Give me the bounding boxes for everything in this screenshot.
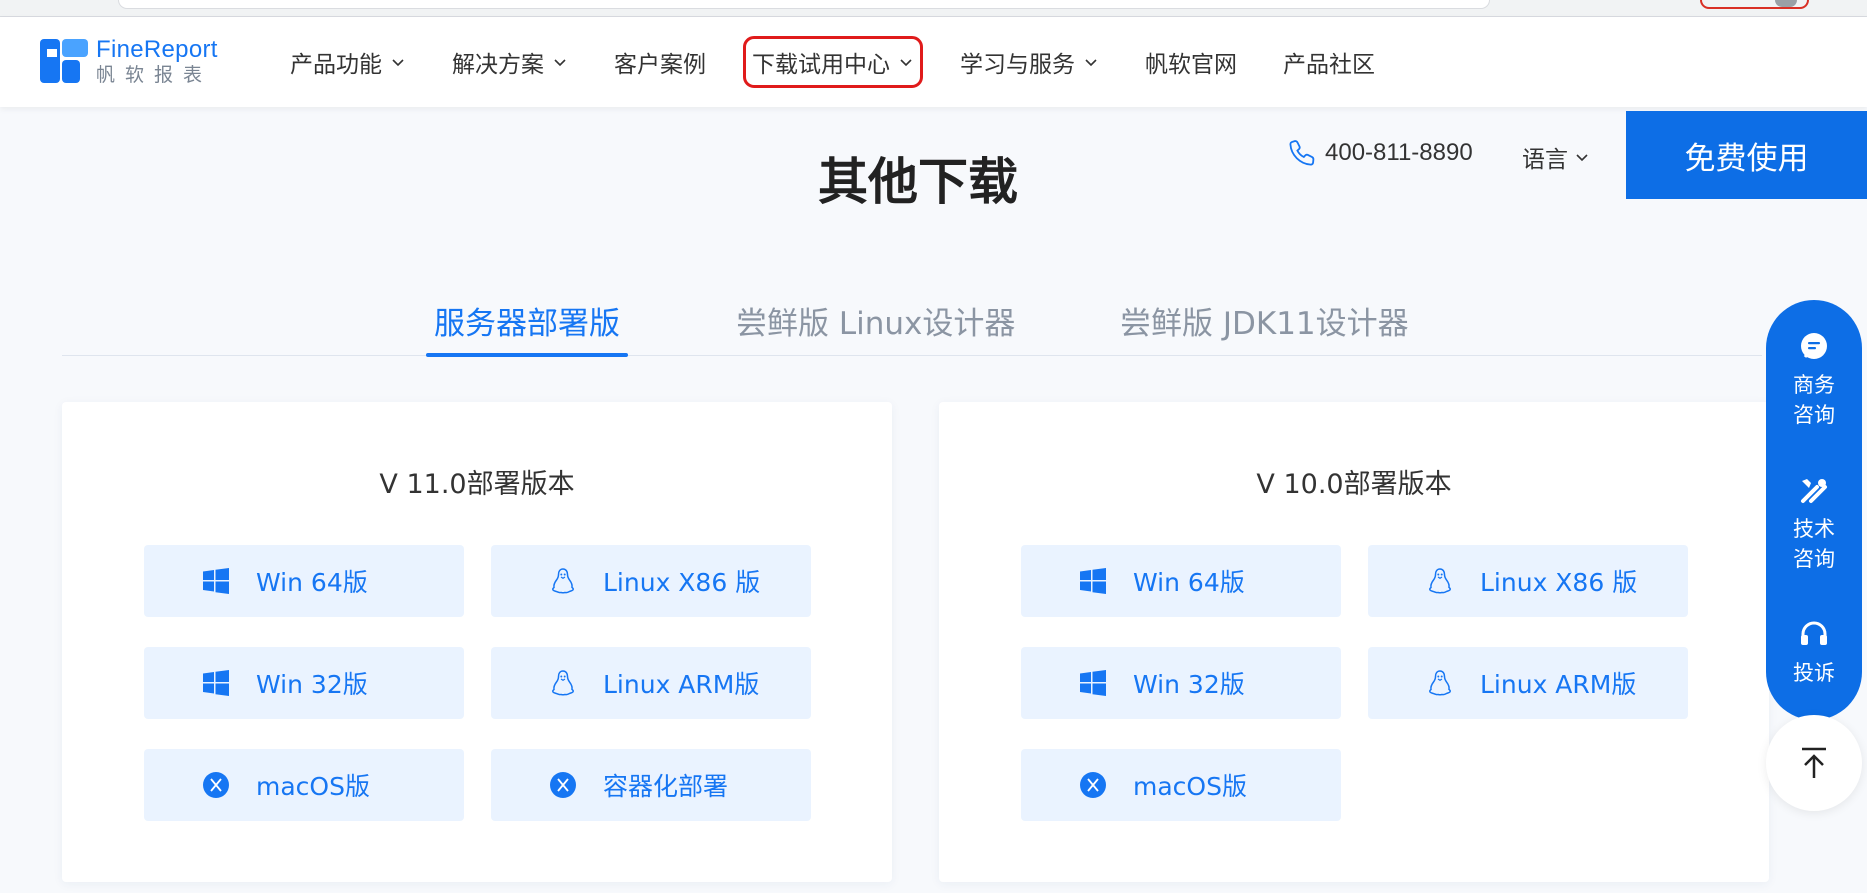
- nav-label: 产品社区: [1283, 52, 1375, 78]
- download-tabs: 服务器部署版 尝鲜版 Linux设计器 尝鲜版 JDK11设计器: [62, 285, 1762, 357]
- button-label: Linux ARM版: [1480, 670, 1637, 699]
- tech-consult-button[interactable]: 技术咨询: [1766, 474, 1862, 574]
- tools-icon: [1801, 479, 1827, 503]
- macos-icon: [203, 772, 229, 798]
- button-label: Linux X86 版: [603, 568, 761, 597]
- browser-avatar[interactable]: [1775, 0, 1797, 7]
- nav-item-product-features[interactable]: 产品功能: [290, 45, 406, 79]
- tab-jdk11-designer[interactable]: 尝鲜版 JDK11设计器: [1120, 285, 1409, 355]
- tab-server-deploy[interactable]: 服务器部署版: [426, 285, 628, 357]
- windows-icon: [203, 568, 229, 594]
- brand-logo[interactable]: FineReport 帆软报表: [38, 35, 218, 87]
- v10-macos-button[interactable]: macOS版: [1021, 749, 1341, 821]
- linux-icon: [1429, 568, 1451, 594]
- tech-consult-label: 技术咨询: [1793, 517, 1835, 571]
- nav-item-customer-cases[interactable]: 客户案例: [614, 45, 706, 79]
- v11-deploy-card: V 11.0部署版本 Win 64版 Linux X86 版 Win 32版 L…: [62, 402, 892, 882]
- v11-linux-x86-button[interactable]: Linux X86 版: [491, 545, 811, 617]
- v10-linux-arm-button[interactable]: Linux ARM版: [1368, 647, 1688, 719]
- chat-bubble-icon: [1801, 333, 1827, 359]
- button-label: macOS版: [1133, 772, 1247, 801]
- nav-item-community[interactable]: 产品社区: [1283, 45, 1375, 79]
- container-icon: [550, 772, 576, 798]
- complaint-button[interactable]: 投诉: [1766, 618, 1862, 688]
- linux-icon: [552, 568, 574, 594]
- button-label: Linux ARM版: [603, 670, 760, 699]
- page-title: 其他下载: [818, 153, 1018, 211]
- chevron-down-icon: [1085, 59, 1097, 67]
- v11-linux-arm-button[interactable]: Linux ARM版: [491, 647, 811, 719]
- site-header: FineReport 帆软报表 产品功能 解决方案 客户案例 下载试用中心 学习…: [0, 17, 1867, 107]
- v11-macos-button[interactable]: macOS版: [144, 749, 464, 821]
- v10-win32-button[interactable]: Win 32版: [1021, 647, 1341, 719]
- nav-item-learning-services[interactable]: 学习与服务: [960, 45, 1099, 79]
- button-label: 容器化部署: [603, 772, 729, 801]
- card-title: V 10.0部署版本: [1256, 469, 1452, 500]
- nav-item-download-center[interactable]: 下载试用中心: [743, 36, 923, 88]
- finereport-logo-icon: [40, 39, 88, 83]
- arrow-up-icon: [1802, 747, 1826, 778]
- floating-contact-panel: 商务咨询 技术咨询 投诉: [1766, 300, 1862, 720]
- windows-icon: [203, 670, 229, 696]
- address-bar[interactable]: [118, 0, 1490, 9]
- v11-win64-button[interactable]: Win 64版: [144, 545, 464, 617]
- nav-label: 解决方案: [452, 52, 544, 78]
- headset-icon: [1801, 621, 1827, 645]
- nav-label: 产品功能: [290, 52, 382, 78]
- business-consult-button[interactable]: 商务咨询: [1766, 330, 1862, 430]
- nav-label: 下载试用中心: [752, 52, 890, 78]
- back-to-top-button[interactable]: [1766, 715, 1862, 811]
- tab-linux-designer[interactable]: 尝鲜版 Linux设计器: [736, 285, 1015, 355]
- chevron-down-icon: [554, 59, 566, 67]
- button-label: Linux X86 版: [1480, 568, 1638, 597]
- chevron-down-icon: [900, 59, 912, 67]
- business-consult-label: 商务咨询: [1793, 373, 1835, 427]
- chevron-down-icon: [392, 59, 404, 67]
- v10-deploy-card: V 10.0部署版本 Win 64版 Linux X86 版 Win 32版 L…: [939, 402, 1769, 882]
- nav-label: 帆软官网: [1145, 52, 1237, 78]
- brand-name-cn: 帆软报表: [96, 63, 213, 86]
- nav-label: 客户案例: [614, 52, 706, 78]
- button-label: Win 32版: [1133, 670, 1245, 699]
- v10-win64-button[interactable]: Win 64版: [1021, 545, 1341, 617]
- complaint-label: 投诉: [1793, 661, 1835, 685]
- button-label: Win 64版: [1133, 568, 1245, 597]
- button-label: macOS版: [256, 772, 370, 801]
- windows-icon: [1080, 568, 1106, 594]
- button-label: Win 32版: [256, 670, 368, 699]
- macos-icon: [1080, 772, 1106, 798]
- nav-item-official-site[interactable]: 帆软官网: [1145, 45, 1237, 79]
- browser-chrome-strip: [0, 0, 1867, 17]
- linux-icon: [552, 670, 574, 696]
- v10-linux-x86-button[interactable]: Linux X86 版: [1368, 545, 1688, 617]
- brand-name-en: FineReport: [96, 35, 218, 63]
- button-label: Win 64版: [256, 568, 368, 597]
- nav-label: 学习与服务: [960, 52, 1075, 78]
- nav-item-solutions[interactable]: 解决方案: [452, 45, 568, 79]
- linux-icon: [1429, 670, 1451, 696]
- v11-container-deploy-button[interactable]: 容器化部署: [491, 749, 811, 821]
- card-title: V 11.0部署版本: [379, 469, 575, 500]
- main-nav: 产品功能 解决方案 客户案例 下载试用中心 学习与服务 帆软官网 产品社区: [290, 17, 1421, 107]
- v11-win32-button[interactable]: Win 32版: [144, 647, 464, 719]
- windows-icon: [1080, 670, 1106, 696]
